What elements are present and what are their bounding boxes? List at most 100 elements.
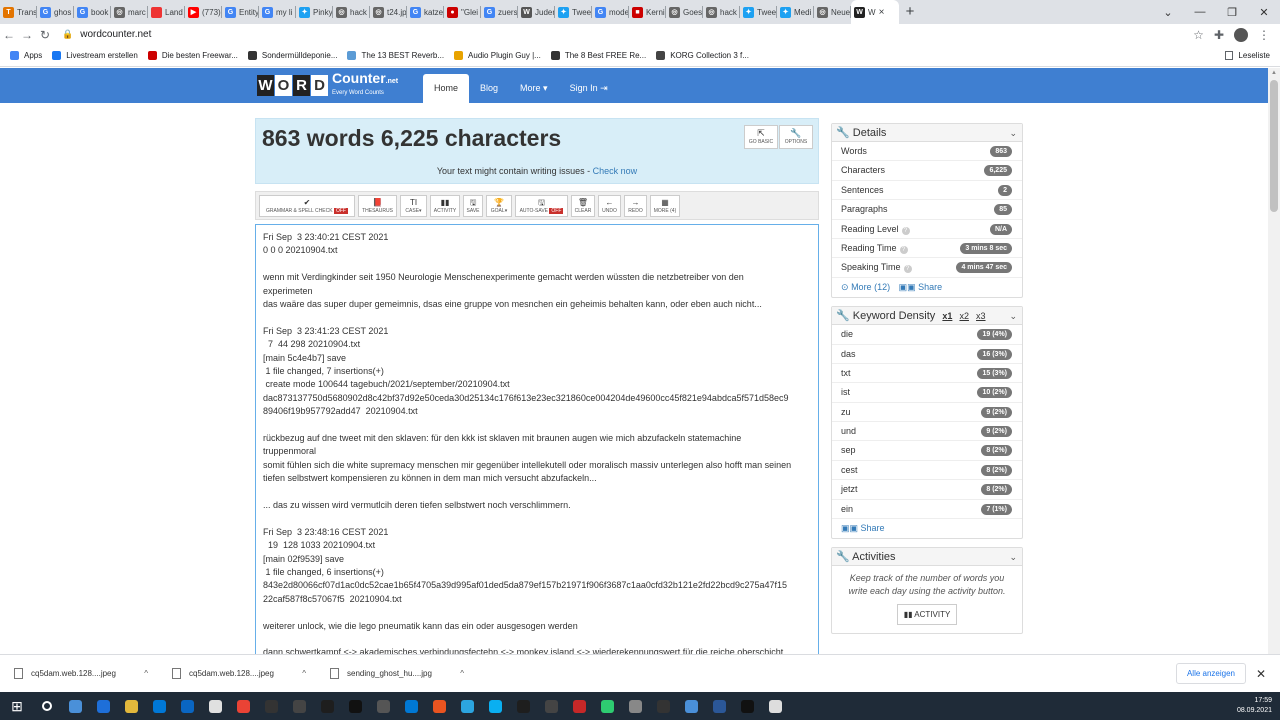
facebook-icon[interactable]: ▣ [899, 282, 908, 292]
scroll-up-icon[interactable]: ▲ [1271, 70, 1277, 76]
keyword-row[interactable]: ein 7 (1%) [832, 500, 1022, 520]
browser-tab[interactable]: ✦ Twee [740, 0, 777, 24]
activity-panel-button[interactable]: ▮▮ ACTIVITY [896, 604, 958, 626]
activity-button[interactable]: ▮▮ ACTIVITY [430, 195, 460, 217]
nav-home[interactable]: Home [423, 74, 470, 103]
redo-button[interactable]: → REDO [624, 195, 647, 217]
browser-tab[interactable]: Gghos [37, 0, 74, 24]
taskbar-app-icon[interactable] [650, 692, 676, 720]
browser-tab-active[interactable]: W W × [851, 0, 899, 24]
keyword-row[interactable]: und 9 (2%) [832, 422, 1022, 442]
address-bar[interactable]: 🔒 wordcounter.net [62, 29, 151, 40]
browser-tab[interactable]: ◎ Goes [666, 0, 703, 24]
density-x3-link[interactable]: x3 [976, 311, 986, 321]
tab-search-icon[interactable]: ⌄ [1152, 6, 1184, 19]
help-icon[interactable]: ? [901, 226, 910, 235]
taskbar-app-icon[interactable] [146, 692, 172, 720]
taskbar-app-icon[interactable] [342, 692, 368, 720]
details-header[interactable]: 🔧 Details ⌄ [832, 124, 1022, 142]
taskbar-app-icon[interactable] [370, 692, 396, 720]
scrollbar-thumb[interactable] [1270, 80, 1278, 212]
twitter-icon[interactable]: ▣ [850, 523, 859, 533]
taskbar-app-icon[interactable] [538, 692, 564, 720]
more-tools-button[interactable]: ▦ MORE (4) [650, 195, 680, 217]
page-scrollbar[interactable]: ▲ [1268, 68, 1280, 654]
auto-save-button[interactable]: 🖫 AUTO-SAVE OFF [515, 195, 568, 217]
browser-tab[interactable]: W Juder [518, 0, 555, 24]
download-item[interactable]: cq5dam.web.128....jpeg ^ [158, 655, 316, 693]
facebook-icon[interactable]: ▣ [841, 523, 850, 533]
details-more-link[interactable]: More (12) [851, 282, 890, 292]
bookmark-star-icon[interactable]: ☆ [1193, 28, 1204, 42]
download-item[interactable]: cq5dam.web.128....jpeg ^ [0, 655, 158, 693]
taskbar-app-icon[interactable] [706, 692, 732, 720]
browser-tab[interactable]: T Trans [0, 0, 37, 24]
taskbar-app-icon[interactable] [566, 692, 592, 720]
keyword-density-header[interactable]: 🔧 Keyword Density x1 x2 x3 ⌄ [832, 307, 1022, 326]
system-clock[interactable]: 17:59 08.09.2021 [1237, 696, 1272, 716]
browser-tab[interactable]: ● "Glei [444, 0, 481, 24]
thesaurus-button[interactable]: 📕 THESAURUS [358, 195, 397, 217]
reading-list[interactable]: Leseliste [1225, 51, 1270, 60]
check-now-link[interactable]: Check now [593, 166, 638, 176]
chevron-down-icon[interactable]: ⌄ [1009, 307, 1017, 325]
search-icon[interactable] [34, 692, 60, 720]
taskbar-app-icon[interactable] [510, 692, 536, 720]
clear-button[interactable]: 🗑 CLEAR [571, 195, 595, 217]
close-downloads-icon[interactable]: ✕ [1246, 667, 1276, 681]
browser-tab[interactable]: Gzuers [481, 0, 518, 24]
keyword-row[interactable]: txt 15 (3%) [832, 364, 1022, 384]
keyword-row[interactable]: die 19 (4%) [832, 325, 1022, 345]
taskbar-app-icon[interactable] [426, 692, 452, 720]
taskbar-app-icon[interactable] [734, 692, 760, 720]
taskbar-app-icon[interactable] [90, 692, 116, 720]
browser-tab[interactable]: ■ Kerni [629, 0, 666, 24]
bookmark-item[interactable]: The 8 Best FREE Re... [550, 51, 646, 60]
new-tab-button[interactable]: + [899, 0, 921, 24]
profile-avatar[interactable] [1234, 27, 1248, 42]
menu-icon[interactable]: ⋮ [1258, 28, 1270, 42]
taskbar-app-icon[interactable] [482, 692, 508, 720]
taskbar-app-icon[interactable] [258, 692, 284, 720]
browser-tab[interactable]: ✦ Pinky [296, 0, 333, 24]
case-button[interactable]: TI CASE▾ [400, 195, 427, 217]
taskbar-app-icon[interactable] [202, 692, 228, 720]
keyword-row[interactable]: jetzt 8 (2%) [832, 480, 1022, 500]
go-basic-button[interactable]: ⇱ GO BASIC [744, 125, 778, 149]
browser-tab[interactable]: Land [148, 0, 185, 24]
taskbar-app-icon[interactable] [622, 692, 648, 720]
density-x2-link[interactable]: x2 [959, 311, 969, 321]
goal-button[interactable]: 🏆 GOAL▾ [486, 195, 512, 217]
twitter-icon[interactable]: ▣ [907, 282, 916, 292]
close-tab-icon[interactable]: × [879, 7, 885, 18]
taskbar-app-icon[interactable] [230, 692, 256, 720]
back-icon[interactable]: ← [0, 28, 18, 42]
text-editor[interactable]: Fri Sep 3 23:40:21 CEST 2021 0 0 0 202109… [255, 224, 819, 656]
taskbar-app-icon[interactable] [174, 692, 200, 720]
keyword-row[interactable]: sep 8 (2%) [832, 441, 1022, 461]
forward-icon[interactable]: → [18, 28, 36, 42]
browser-tab[interactable]: ✦ Twee [555, 0, 592, 24]
wordcounter-logo[interactable]: WORD Counter.net Every Word Counts [257, 71, 398, 97]
browser-tab[interactable]: Gbook [74, 0, 111, 24]
nav-more[interactable]: More ▾ [509, 68, 559, 103]
density-x1-link[interactable]: x1 [942, 311, 952, 321]
keyword-row[interactable]: ist 10 (2%) [832, 383, 1022, 403]
chevron-down-icon[interactable]: ⌄ [1009, 548, 1017, 566]
activities-header[interactable]: 🔧 Activities ⌄ [832, 548, 1022, 567]
taskbar-app-icon[interactable] [398, 692, 424, 720]
keyword-row[interactable]: das 16 (3%) [832, 345, 1022, 364]
browser-tab[interactable]: ◎ t24.jp [370, 0, 407, 24]
taskbar-app-icon[interactable] [314, 692, 340, 720]
options-button[interactable]: 🔧 OPTIONS [779, 125, 813, 149]
nav-signin[interactable]: Sign In ⇥ [559, 68, 619, 103]
windows-start-icon[interactable]: ⊞ [0, 698, 34, 715]
browser-tab[interactable]: ◎ marc [111, 0, 148, 24]
bookmark-item[interactable]: Die besten Freewar... [147, 51, 238, 60]
help-icon[interactable]: ? [899, 245, 908, 254]
undo-button[interactable]: ← UNDO [598, 195, 621, 217]
close-window-button[interactable]: ✕ [1248, 6, 1280, 19]
chevron-up-icon[interactable]: ^ [302, 669, 306, 678]
show-all-downloads-button[interactable]: Alle anzeigen [1175, 663, 1246, 684]
bookmark-item[interactable]: Apps [10, 51, 42, 60]
